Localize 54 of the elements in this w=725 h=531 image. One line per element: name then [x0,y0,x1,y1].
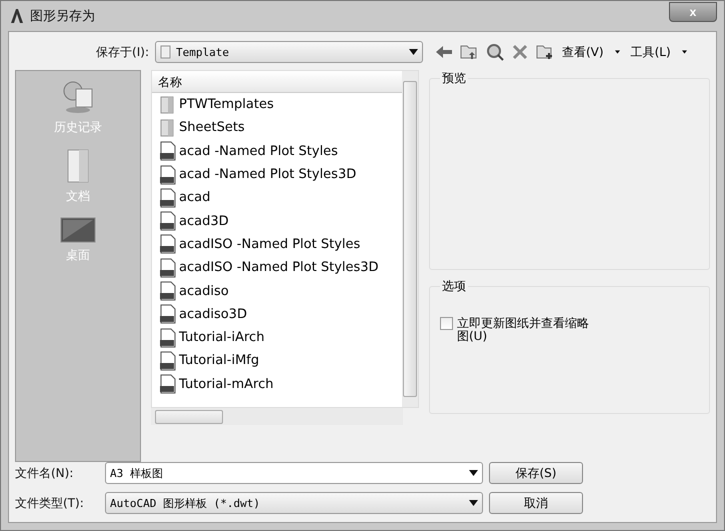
caret-icon [469,470,478,476]
dwt-file-icon [158,141,178,162]
save-button[interactable]: 保存(S) [489,462,583,484]
caret-icon [469,500,478,506]
vertical-scrollbar[interactable] [402,71,418,407]
options-panel: 选项 立即更新图纸并查看缩略图(U) [429,278,710,414]
file-item[interactable]: Tutorial-iMfg [152,349,402,373]
file-item[interactable]: acad3D [152,209,402,233]
delete-icon [512,44,528,60]
save-in-label: 保存于(I): [95,44,150,60]
dwt-file-icon [158,211,178,232]
toolbar-menu[interactable]: 查看(V) [559,44,607,60]
globe-search-icon [486,43,504,61]
horizontal-scrollbar[interactable] [151,408,403,425]
file-item[interactable]: acadISO -Named Plot Styles3D [152,256,402,280]
caret-icon [409,49,418,55]
save-in-dropdown[interactable]: Template [155,41,423,63]
dwt-file-icon [158,234,178,254]
file-item[interactable]: SheetSets [152,116,402,140]
file-type-label: 文件类型(T): [15,494,85,512]
toolbar-menu[interactable]: 工具(L) [628,44,674,60]
cancel-button[interactable]: 取消 [489,492,583,514]
dwt-file-icon [158,258,178,278]
file-item[interactable]: Tutorial-iArch [152,326,402,350]
file-name-label: 文件名(N): [15,464,74,482]
thumbnail-checkbox[interactable]: 立即更新图纸并查看缩略图(U) [440,317,590,342]
new-folder-icon [536,44,554,60]
window-title: 图形另存为 [30,8,96,25]
file-type-dropdown[interactable]: AutoCAD 图形样板 (*.dwt) [105,492,483,514]
file-item[interactable]: acad -Named Plot Styles3D [152,162,402,186]
caret-icon [614,50,620,54]
folder-up-icon [460,44,478,60]
caret-icon [682,50,687,54]
file-item[interactable]: acadISO -Named Plot Styles [152,232,402,256]
file-item[interactable]: Tutorial-mArch [152,372,402,396]
column-header[interactable]: 名称 [152,71,402,93]
dwt-file-icon [158,281,178,302]
file-name-field[interactable]: A3 样板图 [105,462,483,484]
dwt-file-icon [158,350,178,371]
file-item[interactable]: acad -Named Plot Styles [152,140,402,163]
dwt-file-icon [158,164,178,185]
file-item[interactable]: PTWTemplates [152,93,402,116]
preview-panel: 预览 [429,70,710,270]
dwt-file-icon [158,374,178,394]
dwt-file-icon [158,188,178,208]
app-logo [10,9,24,23]
file-item[interactable]: acadiso3D [152,302,402,326]
dwt-file-icon [158,328,178,348]
dwt-file-icon [158,304,178,324]
file-item[interactable]: acad [152,186,402,210]
folder-icon [160,45,172,59]
monitor-icon [60,217,96,243]
file-item[interactable]: acadiso [152,279,402,303]
left-arrow-icon [436,45,452,59]
